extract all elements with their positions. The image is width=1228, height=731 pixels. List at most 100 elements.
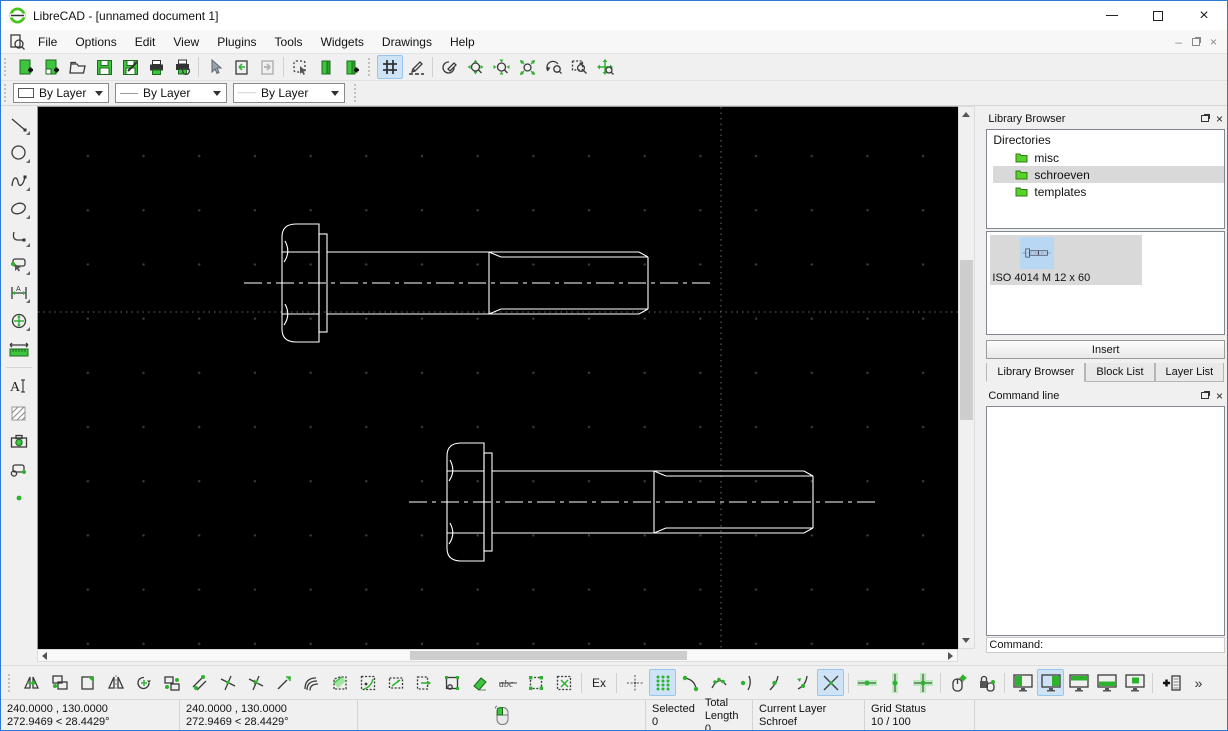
delete-selected-button[interactable] xyxy=(550,669,577,696)
delete-button[interactable] xyxy=(466,669,493,696)
lengthen-button[interactable] xyxy=(270,669,297,696)
tab-block-list[interactable]: Block List xyxy=(1085,363,1155,382)
snap-middle-button[interactable] xyxy=(761,669,788,696)
new-from-template-button[interactable] xyxy=(39,55,65,79)
dock-floating-button[interactable] xyxy=(1121,669,1148,696)
print-button[interactable] xyxy=(143,55,169,79)
redraw-button[interactable] xyxy=(436,55,462,79)
redo-button[interactable] xyxy=(254,55,280,79)
horizontal-scroll-thumb[interactable] xyxy=(409,651,687,660)
edit-text-button[interactable]: abc xyxy=(494,669,521,696)
menu-tools[interactable]: Tools xyxy=(266,30,312,53)
toolbar-overflow-button[interactable]: » xyxy=(1185,669,1212,696)
scale-button[interactable] xyxy=(74,669,101,696)
snap-distance-button[interactable] xyxy=(789,669,816,696)
rotate-button[interactable] xyxy=(130,669,157,696)
minimize-button[interactable] xyxy=(1089,1,1135,30)
restrict-horizontal-button[interactable] xyxy=(853,669,880,696)
command-history[interactable] xyxy=(986,406,1225,636)
fillet-button[interactable] xyxy=(298,669,325,696)
bevel-button[interactable] xyxy=(326,669,353,696)
bolt-bottom-view[interactable] xyxy=(408,442,879,562)
menu-view[interactable]: View xyxy=(164,30,208,53)
scroll-up-button[interactable] xyxy=(959,107,974,122)
select-tool-button[interactable] xyxy=(5,252,33,278)
trim-two-button[interactable] xyxy=(242,669,269,696)
mdi-close-button[interactable]: × xyxy=(1210,35,1217,49)
line-tool-button[interactable] xyxy=(5,112,33,138)
vertical-scroll-thumb[interactable] xyxy=(959,260,973,420)
dock-bottom-button[interactable] xyxy=(1093,669,1120,696)
menu-options[interactable]: Options xyxy=(66,30,125,53)
circle-tool-button[interactable] xyxy=(5,140,33,166)
menu-edit[interactable]: Edit xyxy=(126,30,165,53)
toolbar-drag-handle[interactable] xyxy=(354,84,359,102)
open-document-button[interactable] xyxy=(65,55,91,79)
draft-mode-button[interactable] xyxy=(403,55,429,79)
auto-zoom-button[interactable] xyxy=(514,55,540,79)
add-widget-button[interactable] xyxy=(1157,669,1184,696)
ellipse-tool-button[interactable] xyxy=(5,196,33,222)
tab-library-browser[interactable]: Library Browser xyxy=(986,363,1086,382)
snap-intersection-button[interactable] xyxy=(817,669,845,696)
edit-polyline-button[interactable] xyxy=(438,669,465,696)
grid-toggle-button[interactable] xyxy=(377,55,403,79)
previous-view-button[interactable] xyxy=(540,55,566,79)
snap-endpoint-button[interactable] xyxy=(677,669,704,696)
dock-right-button[interactable] xyxy=(1037,669,1065,696)
set-relative-zero-button[interactable] xyxy=(945,669,972,696)
move-rotate-button[interactable] xyxy=(158,669,185,696)
move-copy-button[interactable] xyxy=(18,669,45,696)
block-visibility-button[interactable] xyxy=(313,55,339,79)
dock-close-icon[interactable]: × xyxy=(1216,113,1223,125)
arc-tool-button[interactable] xyxy=(5,224,33,250)
snap-grid-button[interactable] xyxy=(649,669,677,696)
menu-drawings[interactable]: Drawings xyxy=(373,30,441,53)
dock-left-button[interactable] xyxy=(1009,669,1036,696)
toolbar-drag-handle[interactable] xyxy=(368,58,373,76)
scroll-left-button[interactable] xyxy=(38,650,51,661)
text-tool-button[interactable]: A xyxy=(5,373,33,399)
snap-free-button[interactable] xyxy=(621,669,648,696)
drawing-canvas[interactable] xyxy=(36,106,959,650)
toolbar-drag-handle[interactable] xyxy=(4,58,9,76)
trim-button[interactable] xyxy=(214,669,241,696)
measure-tool-button[interactable] xyxy=(5,336,33,362)
zoom-out-button[interactable] xyxy=(488,55,514,79)
maximize-button[interactable] xyxy=(1135,1,1181,30)
dock-close-icon[interactable]: × xyxy=(1216,390,1223,402)
dock-top-button[interactable] xyxy=(1065,669,1092,696)
select-window-button[interactable] xyxy=(522,669,549,696)
pan-zoom-button[interactable] xyxy=(592,55,618,79)
menu-file[interactable]: File xyxy=(29,30,66,53)
pen-color-select[interactable]: By Layer xyxy=(13,83,109,103)
pen-width-select[interactable]: By Layer xyxy=(115,83,227,103)
block-tool-button[interactable] xyxy=(5,457,33,483)
modify-rotate-tool-button[interactable] xyxy=(5,308,33,334)
explode-command-label[interactable]: Ex xyxy=(586,676,612,690)
print-preview-button[interactable] xyxy=(169,55,195,79)
selection-pointer-button[interactable] xyxy=(202,55,228,79)
close-button[interactable]: × xyxy=(1181,1,1227,30)
spline-tool-button[interactable] xyxy=(5,168,33,194)
directory-item-schroeven[interactable]: schroeven xyxy=(993,166,1224,183)
lock-relative-zero-button[interactable] xyxy=(973,669,1000,696)
insert-button[interactable]: Insert xyxy=(986,340,1225,359)
mirror-button[interactable] xyxy=(102,669,129,696)
toolbar-drag-handle[interactable] xyxy=(8,673,13,692)
snap-entity-button[interactable] xyxy=(705,669,732,696)
scroll-down-button[interactable] xyxy=(959,633,974,648)
divide-button[interactable] xyxy=(354,669,381,696)
pen-linetype-select[interactable]: By Layer xyxy=(233,83,345,103)
mdi-minimize-button[interactable]: – xyxy=(1175,35,1182,49)
undo-button[interactable] xyxy=(228,55,254,79)
toolbar-drag-handle[interactable] xyxy=(4,84,9,102)
tab-layer-list[interactable]: Layer List xyxy=(1154,363,1225,382)
save-document-button[interactable] xyxy=(91,55,117,79)
menu-plugins[interactable]: Plugins xyxy=(208,30,265,53)
horizontal-scrollbar[interactable] xyxy=(36,649,958,662)
explode-button[interactable] xyxy=(410,669,437,696)
mdi-restore-button[interactable] xyxy=(1191,37,1200,46)
menu-widgets[interactable]: Widgets xyxy=(312,30,373,53)
scroll-right-button[interactable] xyxy=(944,650,957,661)
